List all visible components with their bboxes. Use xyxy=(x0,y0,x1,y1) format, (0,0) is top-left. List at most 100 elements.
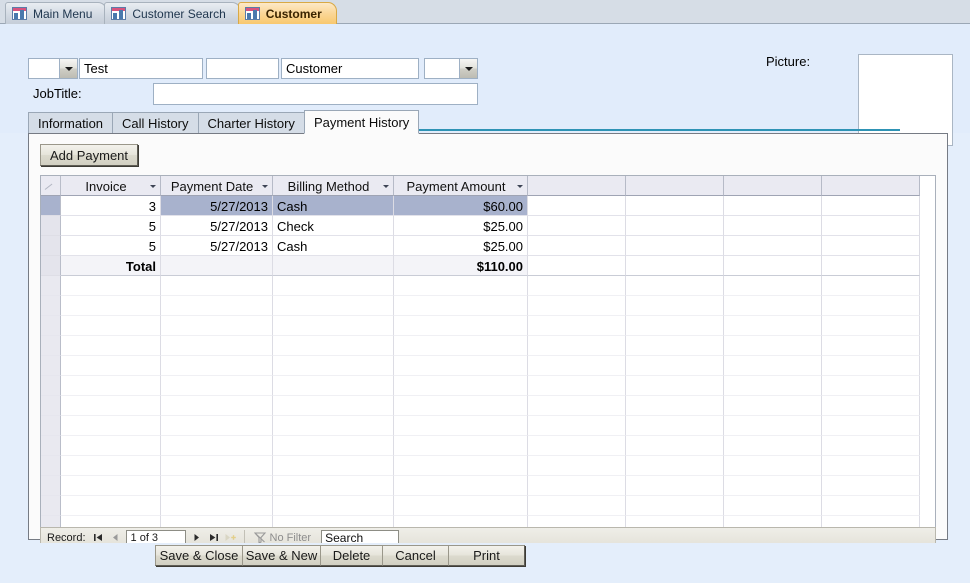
cell-payment-amount[interactable]: $25.00 xyxy=(394,236,528,256)
cell-payment-date[interactable]: 5/27/2013 xyxy=(161,216,273,236)
jobtitle-field[interactable] xyxy=(153,83,478,105)
total-method xyxy=(273,256,394,276)
cell-empty xyxy=(626,256,724,276)
filter-label: No Filter xyxy=(269,531,312,544)
cell-empty xyxy=(626,196,724,216)
button-label: Save & New xyxy=(245,548,318,563)
datasheet-total-row: Total $110.00 xyxy=(41,256,935,276)
save-and-close-button[interactable]: Save & Close xyxy=(155,545,243,566)
empty-row xyxy=(41,416,935,436)
table-row[interactable]: 5 5/27/2013 Cash $25.00 xyxy=(41,236,935,256)
footer-button-row: Save & Close Save & New Delete Cancel Pr… xyxy=(155,545,525,566)
record-navigator-label: Record: xyxy=(47,531,86,544)
empty-row xyxy=(41,276,935,296)
document-tab-customer[interactable]: Customer xyxy=(237,2,337,24)
cell-invoice[interactable]: 5 xyxy=(61,236,161,256)
tab-control-headers: Information Call History Charter History… xyxy=(28,110,420,134)
cell-empty xyxy=(724,236,822,256)
tab-call-history[interactable]: Call History xyxy=(112,112,199,134)
form-datasheet-icon xyxy=(111,7,127,20)
tab-label: Call History xyxy=(122,115,189,131)
document-tab-bar: Main Menu Customer Search Customer xyxy=(0,0,970,24)
form-footer: Save & Close Save & New Delete Cancel Pr… xyxy=(0,543,970,583)
tab-information[interactable]: Information xyxy=(28,112,114,134)
column-header-invoice[interactable]: Invoice xyxy=(61,176,161,196)
cell-empty xyxy=(528,236,626,256)
column-header-empty xyxy=(724,176,822,196)
print-button[interactable]: Print xyxy=(448,545,525,566)
chevron-down-icon[interactable] xyxy=(259,184,270,188)
cell-billing-method[interactable]: Check xyxy=(273,216,394,236)
record-selector xyxy=(41,356,61,376)
record-selector xyxy=(41,396,61,416)
tab-control: Information Call History Charter History… xyxy=(28,110,948,548)
button-label: Print xyxy=(473,548,500,563)
empty-row xyxy=(41,456,935,476)
column-header-payment-amount[interactable]: Payment Amount xyxy=(394,176,528,196)
tab-payment-history[interactable]: Payment History xyxy=(303,110,420,134)
payment-datasheet[interactable]: Invoice Payment Date Billing Method Paym… xyxy=(40,175,936,528)
cell-empty xyxy=(822,216,920,236)
empty-row xyxy=(41,496,935,516)
document-tab-main-menu[interactable]: Main Menu xyxy=(5,2,108,24)
middle-name-field[interactable] xyxy=(206,58,279,79)
table-row[interactable]: 3 5/27/2013 Cash $60.00 xyxy=(41,196,935,216)
document-tab-label: Main Menu xyxy=(33,6,93,21)
cell-payment-amount[interactable]: $60.00 xyxy=(394,196,528,216)
column-header-empty xyxy=(626,176,724,196)
record-selector[interactable] xyxy=(41,196,61,216)
cell-empty xyxy=(626,236,724,256)
picture-label: Picture: xyxy=(766,54,811,69)
button-label: Delete xyxy=(332,548,371,563)
chevron-down-icon[interactable] xyxy=(380,184,391,188)
cell-empty xyxy=(724,256,822,276)
record-selector[interactable] xyxy=(41,216,61,236)
empty-row xyxy=(41,476,935,496)
record-selector xyxy=(41,476,61,496)
title-combo[interactable] xyxy=(28,58,78,79)
cell-payment-date[interactable]: 5/27/2013 xyxy=(161,196,273,216)
add-payment-button[interactable]: Add Payment xyxy=(40,144,138,166)
cancel-button[interactable]: Cancel xyxy=(382,545,449,566)
record-selector xyxy=(41,436,61,456)
record-selector[interactable] xyxy=(41,236,61,256)
tab-label: Payment History xyxy=(313,114,410,130)
first-name-field[interactable]: Test xyxy=(79,58,203,79)
record-selector xyxy=(41,276,61,296)
suffix-combo[interactable] xyxy=(424,58,478,79)
cell-empty xyxy=(528,256,626,276)
tab-charter-history[interactable]: Charter History xyxy=(197,112,305,134)
save-and-new-button[interactable]: Save & New xyxy=(242,545,321,566)
cell-invoice[interactable]: 5 xyxy=(61,216,161,236)
form-datasheet-icon xyxy=(244,7,260,20)
select-all-corner[interactable] xyxy=(41,176,61,196)
cell-payment-amount[interactable]: $25.00 xyxy=(394,216,528,236)
cell-empty xyxy=(724,196,822,216)
column-header-billing-method[interactable]: Billing Method xyxy=(273,176,394,196)
document-tab-label: Customer xyxy=(265,6,322,21)
cell-payment-date[interactable]: 5/27/2013 xyxy=(161,236,273,256)
empty-row xyxy=(41,296,935,316)
chevron-down-icon[interactable] xyxy=(459,59,477,78)
filter-toggle-button[interactable]: No Filter xyxy=(250,532,316,544)
table-row[interactable]: 5 5/27/2013 Check $25.00 xyxy=(41,216,935,236)
document-tab-customer-search[interactable]: Customer Search xyxy=(104,2,241,24)
cell-billing-method[interactable]: Cash xyxy=(273,196,394,216)
column-header-empty xyxy=(528,176,626,196)
empty-row xyxy=(41,356,935,376)
cell-billing-method[interactable]: Cash xyxy=(273,236,394,256)
chevron-down-icon[interactable] xyxy=(59,59,77,78)
chevron-down-icon[interactable] xyxy=(147,184,158,188)
empty-row xyxy=(41,316,935,336)
cell-invoice[interactable]: 3 xyxy=(61,196,161,216)
datasheet-header-row: Invoice Payment Date Billing Method Paym… xyxy=(41,176,935,196)
cell-empty xyxy=(528,196,626,216)
column-header-payment-date[interactable]: Payment Date xyxy=(161,176,273,196)
column-header-label: Invoice xyxy=(85,178,127,194)
last-name-field[interactable]: Customer xyxy=(281,58,419,79)
delete-button[interactable]: Delete xyxy=(320,545,383,566)
column-header-empty xyxy=(822,176,920,196)
cell-empty xyxy=(822,236,920,256)
chevron-down-icon[interactable] xyxy=(514,184,525,188)
cell-empty xyxy=(528,216,626,236)
